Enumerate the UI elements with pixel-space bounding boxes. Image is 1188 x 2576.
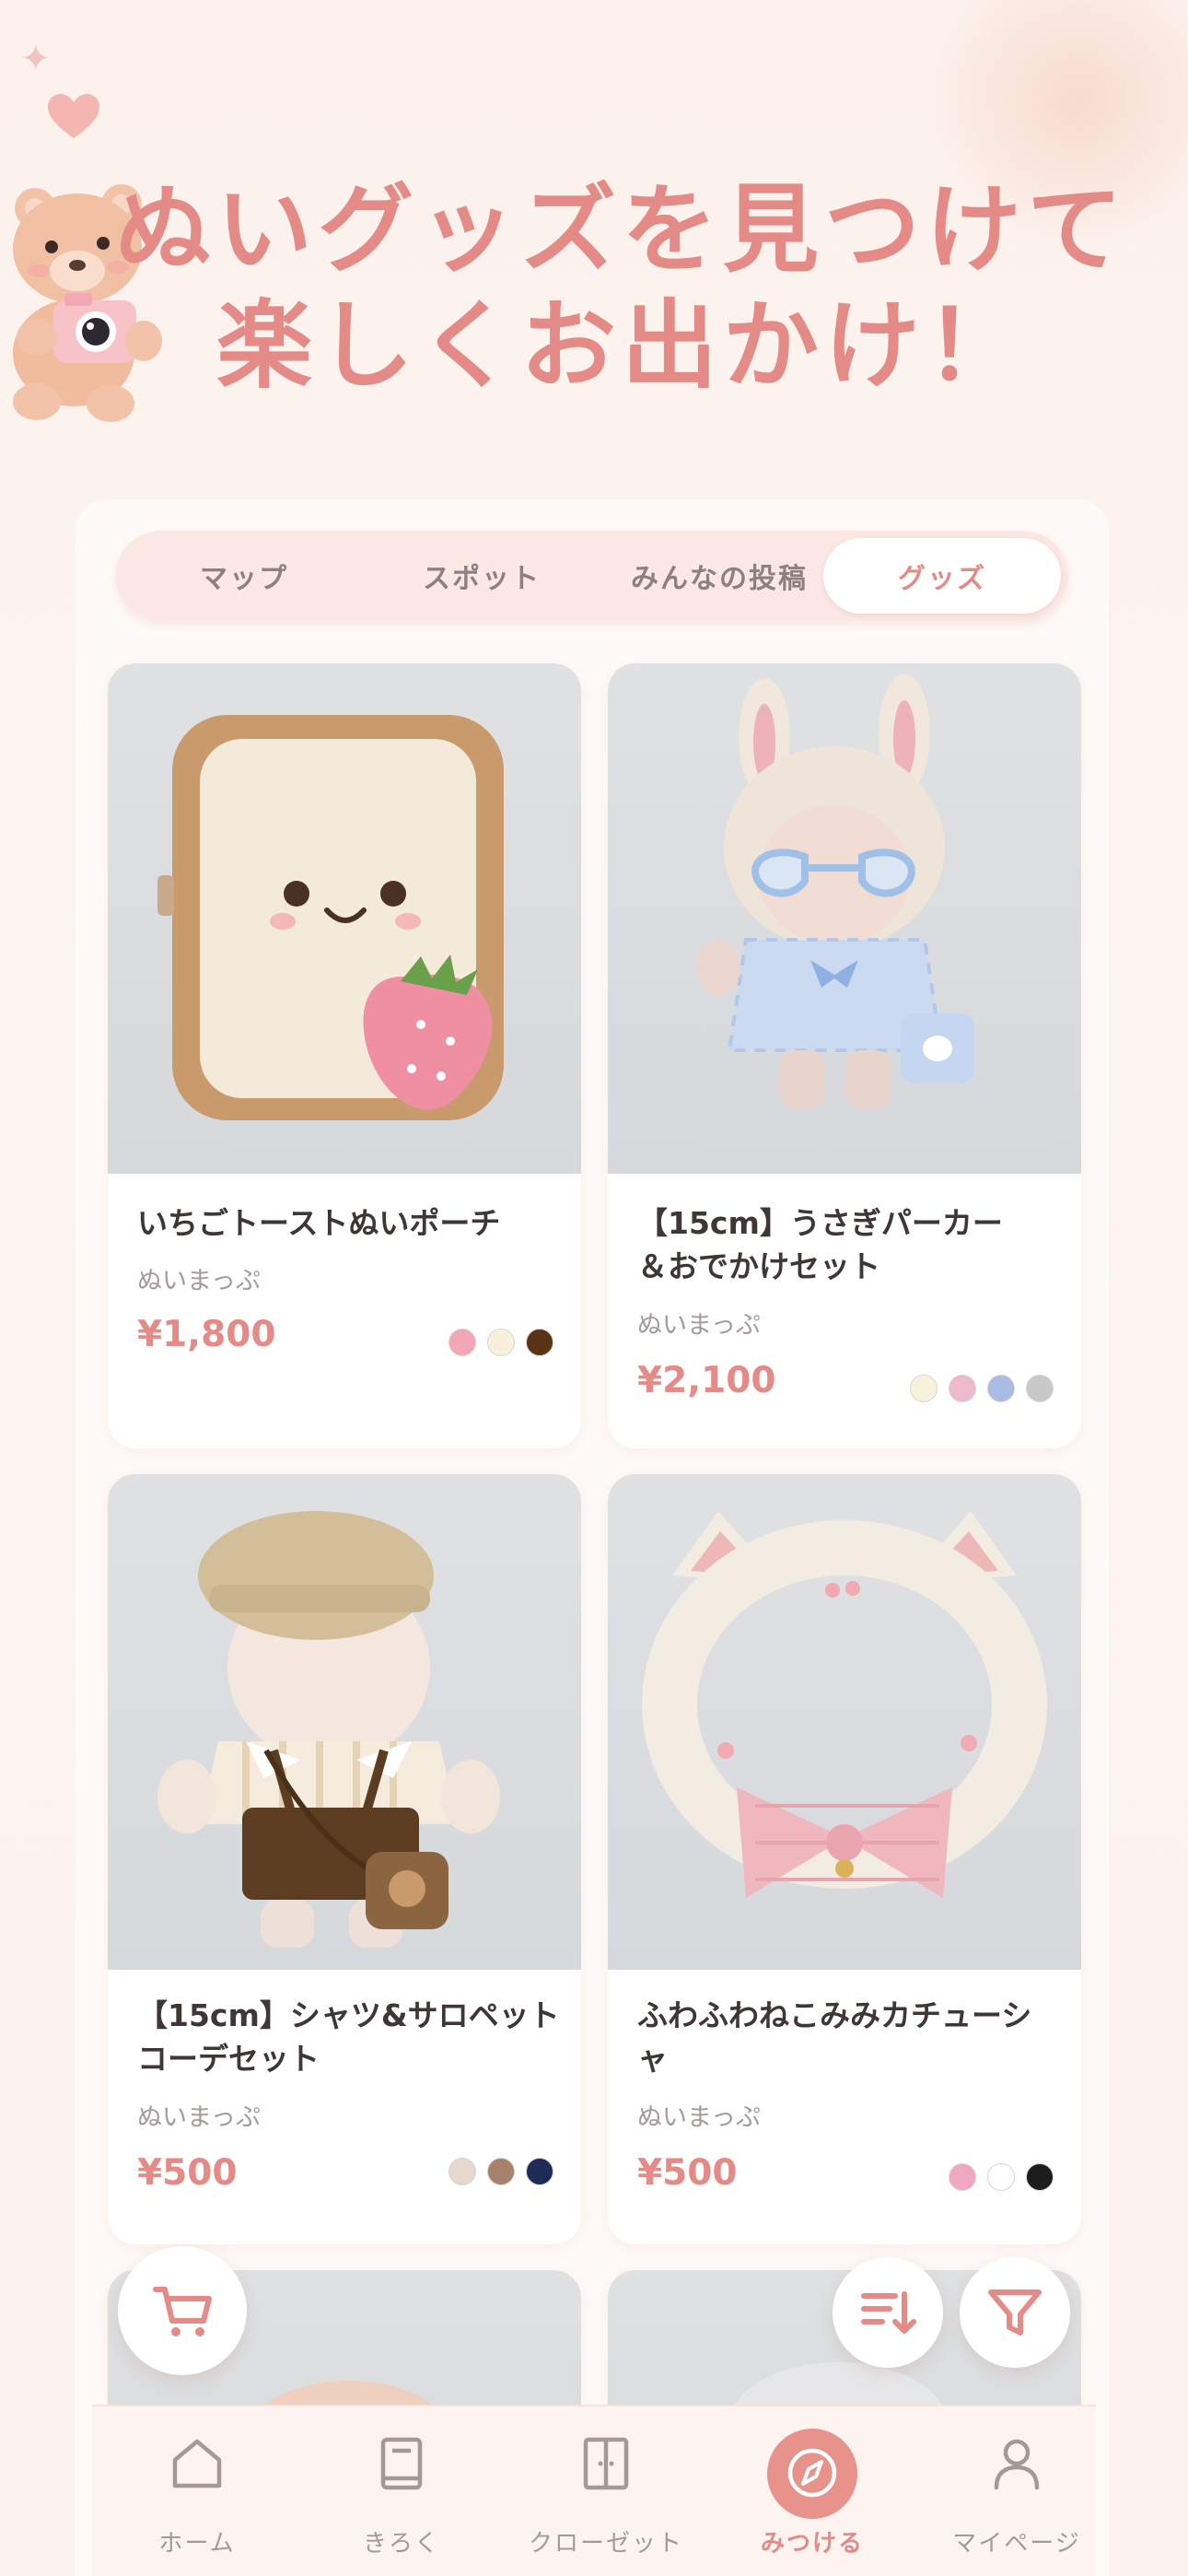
color-swatches <box>910 1375 1054 1402</box>
cart-icon <box>153 2287 212 2336</box>
color-swatch[interactable] <box>487 1329 515 1356</box>
compass-icon <box>787 2448 837 2498</box>
color-swatches <box>448 2158 553 2185</box>
color-swatch[interactable] <box>987 2163 1015 2191</box>
nav-record-label: きろく <box>362 2530 440 2558</box>
product-title: ふわふわねこみみカチューシャ <box>637 1997 1032 2077</box>
color-swatch[interactable] <box>949 2163 976 2191</box>
tab-map[interactable]: マップ <box>125 538 363 614</box>
product-title: いちごトーストぬいポーチ <box>137 1205 501 1241</box>
product-image <box>608 1474 1081 1970</box>
person-icon <box>994 2439 1040 2490</box>
product-title: 【15cm】うさぎパーカー ＆おでかけセット <box>637 1205 1003 1284</box>
bottom-tab-bar: ホーム きろく クローゼット みつける マイページ <box>92 2405 1096 2576</box>
nav-mypage[interactable]: マイページ <box>915 2406 1118 2576</box>
product-shop: ぬいまっぷ <box>137 2103 261 2132</box>
color-swatch[interactable] <box>1026 2163 1054 2191</box>
product-image <box>108 663 581 1174</box>
filter-icon <box>988 2289 1042 2336</box>
product-shop: ぬいまっぷ <box>137 1267 261 1295</box>
product-card[interactable]: いちごトーストぬいポーチ ぬいまっぷ ¥1,800 <box>108 663 581 1448</box>
nav-record[interactable]: きろく <box>300 2406 503 2576</box>
product-shop: ぬいまっぷ <box>637 1311 761 1340</box>
color-swatch[interactable] <box>949 1375 976 1402</box>
color-swatch[interactable] <box>910 1375 938 1402</box>
heart-icon <box>48 94 99 138</box>
color-swatch[interactable] <box>448 2158 476 2185</box>
product-title: 【15cm】シャツ&サロペット コーデセット <box>137 1997 560 2077</box>
nav-home-label: ホーム <box>158 2530 236 2558</box>
product-price: ¥500 <box>637 2152 738 2194</box>
sparkle-icon: ✦ <box>20 38 52 80</box>
sort-button[interactable] <box>833 2257 943 2368</box>
color-swatch[interactable] <box>526 2158 553 2185</box>
color-swatch[interactable] <box>1026 1375 1054 1402</box>
hero-title: ぬいグッズを見つけて 楽しくお出かけ！ <box>92 171 1151 404</box>
hero-title-line1: ぬいグッズを見つけて <box>114 173 1128 286</box>
color-swatches <box>949 2163 1054 2191</box>
color-swatch[interactable] <box>487 2158 515 2185</box>
nav-closet[interactable]: クローゼット <box>505 2406 707 2576</box>
product-price: ¥1,800 <box>137 1314 276 1355</box>
color-swatches <box>448 1329 553 1356</box>
hero-title-line2: 楽しくお出かけ！ <box>215 289 1027 402</box>
home-icon <box>172 2439 222 2488</box>
tab-spot[interactable]: スポット <box>363 538 600 614</box>
color-swatch[interactable] <box>448 1329 476 1356</box>
product-card[interactable]: 【15cm】うさぎパーカー ＆おでかけセット ぬいまっぷ ¥2,100 <box>608 663 1081 1448</box>
filter-button[interactable] <box>960 2257 1070 2368</box>
closet-icon <box>583 2437 629 2490</box>
product-image <box>608 663 1081 1174</box>
tab-posts[interactable]: みんなの投稿 <box>600 538 838 614</box>
book-icon <box>380 2437 423 2490</box>
nav-closet-label: クローゼット <box>528 2530 683 2558</box>
segment-tabs: マップ スポット みんなの投稿 グッズ <box>116 531 1068 621</box>
product-image <box>108 1474 581 1970</box>
product-shop: ぬいまっぷ <box>637 2103 761 2132</box>
product-card[interactable]: 【15cm】シャツ&サロペット コーデセット ぬいまっぷ ¥500 <box>108 1474 581 2244</box>
nav-discover-label: みつける <box>760 2530 864 2558</box>
product-price: ¥500 <box>137 2152 238 2194</box>
product-price: ¥2,100 <box>637 1360 776 1401</box>
nav-discover[interactable]: みつける <box>711 2406 914 2576</box>
color-swatch[interactable] <box>987 1375 1015 1402</box>
sort-icon <box>861 2291 916 2334</box>
nav-home[interactable]: ホーム <box>96 2406 298 2576</box>
color-swatch[interactable] <box>526 1329 553 1356</box>
cart-button[interactable] <box>118 2246 247 2375</box>
tab-goods[interactable]: グッズ <box>823 538 1061 614</box>
product-card[interactable]: ふわふわねこみみカチューシャ ぬいまっぷ ¥500 <box>608 1474 1081 2244</box>
nav-mypage-label: マイページ <box>952 2530 1081 2558</box>
